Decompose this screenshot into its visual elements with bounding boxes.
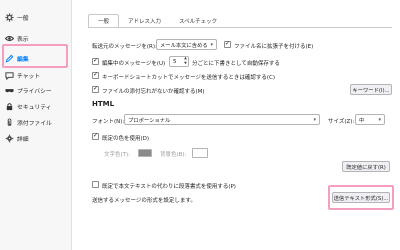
sidebar-item-general[interactable]: 一般	[4, 10, 66, 24]
sidebar-item-display[interactable]: 表示	[4, 31, 66, 45]
paperclip-icon	[4, 117, 14, 127]
sidebar-item-label: 表示	[17, 36, 29, 43]
ext-checkbox[interactable]	[224, 40, 231, 48]
paragraph-label: 既定で本文テキストの代わりに段落書式を使用する(P)	[102, 184, 236, 190]
sidebar-item-label: 一般	[17, 15, 29, 22]
text-color-swatch[interactable]	[138, 149, 152, 157]
send-format-label: 送信するメッセージの形式を設定します。	[92, 198, 196, 204]
sidebar-item-label: チャット	[17, 73, 41, 80]
gear-icon	[4, 12, 14, 22]
autosave-minutes-value: 5	[173, 58, 177, 65]
sidebar-item-label: 詳細	[17, 136, 29, 143]
sidebar-item-attachments[interactable]: 添付ファイル	[4, 115, 66, 129]
sidebar-item-label: セキュリティ	[17, 104, 52, 111]
keywords-button[interactable]: キーワード(I)...	[350, 84, 392, 95]
forward-select[interactable]: メール本文に含める ▾	[156, 39, 217, 50]
attach-checkbox[interactable]	[92, 85, 99, 93]
forward-select-value: メール本文に含める	[160, 42, 208, 49]
sidebar-item-privacy[interactable]: プライバシー	[4, 83, 66, 97]
font-select-value: プロポーショナル	[128, 117, 171, 124]
mask-icon	[4, 85, 14, 95]
tab-general[interactable]: 一般	[88, 14, 120, 28]
attach-label: ファイルの添付忘れがないか確認する(M)	[102, 89, 205, 95]
font-select[interactable]: プロポーショナル ▾	[124, 114, 320, 125]
ext-label: ファイル名に拡張子を付ける(E)	[234, 44, 314, 50]
spinner-arrows-icon[interactable]: ▲ ▼	[183, 56, 188, 67]
font-label: フォント(N):	[92, 119, 125, 125]
html-heading: HTML	[92, 100, 115, 108]
tab-divider	[88, 27, 392, 28]
chat-icon	[4, 70, 14, 80]
tab-bar: 一般 アドレス入力 スペルチェック	[88, 14, 226, 28]
chevron-down-icon: ▾	[313, 117, 316, 123]
chevron-down-icon: ▾	[378, 117, 381, 123]
sidebar-item-label: プライバシー	[17, 88, 52, 95]
forward-label: 転送元のメッセージを(R):	[92, 44, 157, 50]
text-color-label: 文字色(T):	[104, 152, 131, 158]
modifier-label: キーボードショートカットでメッセージを送信するときは確認する(C)	[102, 75, 276, 81]
sidebar: 一般 表示 編集 チャット プライバシー セキュリティ 添付ファイル 詳細	[0, 0, 72, 250]
autosave-suffix: 分ごとに下書きとして自動保存する	[192, 61, 280, 67]
autosave-checkbox[interactable]	[92, 57, 99, 65]
eye-icon	[4, 33, 14, 43]
modifier-checkbox[interactable]	[92, 71, 99, 79]
bg-color-swatch[interactable]	[192, 148, 208, 158]
size-select[interactable]: 中 ▾	[355, 114, 385, 125]
sidebar-item-label: 添付ファイル	[17, 120, 52, 127]
send-format-highlight	[328, 185, 394, 210]
size-select-value: 中	[359, 117, 365, 124]
sidebar-item-chat[interactable]: チャット	[4, 68, 66, 82]
sidebar-item-security[interactable]: セキュリティ	[4, 99, 66, 113]
bg-color-label: 背景色(B):	[160, 152, 187, 158]
reader-colors-checkbox[interactable]	[92, 132, 99, 140]
tab-spellcheck[interactable]: スペルチェック	[170, 14, 226, 28]
autosave-prefix: 編集中のメッセージを(U)	[102, 61, 166, 67]
paragraph-checkbox[interactable]	[92, 181, 99, 188]
restore-defaults-button[interactable]: 既定値に戻す(R)	[342, 161, 390, 172]
sidebar-item-advanced[interactable]: 詳細	[4, 131, 66, 145]
advanced-gear-icon	[4, 133, 14, 143]
reader-colors-label: 既定の色を使用(D)	[102, 136, 150, 142]
lock-icon	[4, 101, 14, 111]
size-label: サイズ(Z):	[328, 119, 355, 125]
selection-highlight	[2, 44, 68, 68]
tab-address[interactable]: アドレス入力	[119, 14, 170, 28]
chevron-down-icon: ▾	[210, 42, 213, 48]
